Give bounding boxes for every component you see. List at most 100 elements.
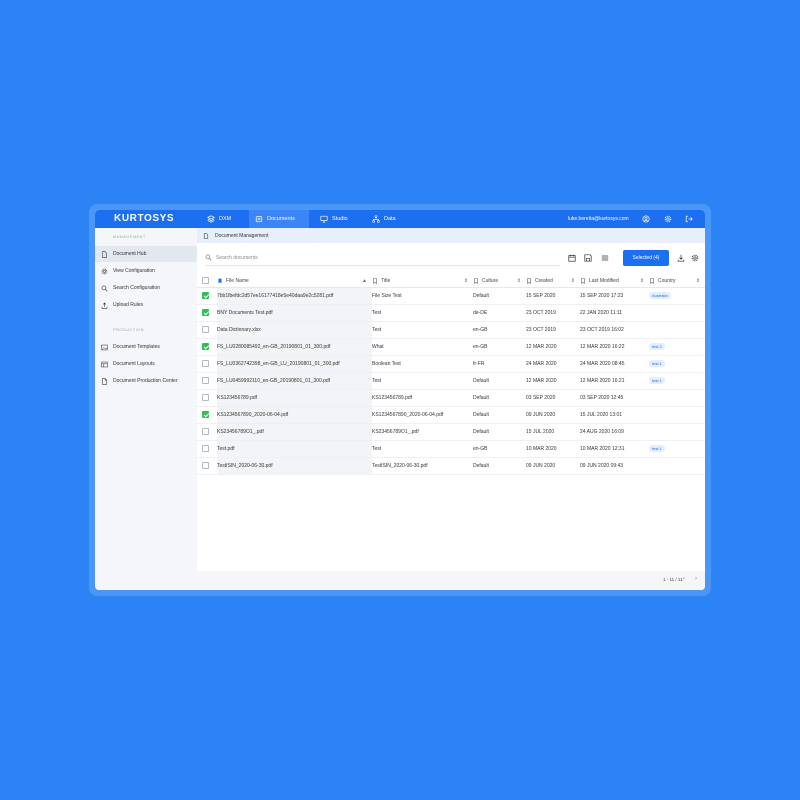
row-checkbox[interactable] (202, 343, 209, 350)
cell-file-name[interactable]: TestISIN_2020-06-30.pdf (217, 457, 372, 475)
menu-icon[interactable] (601, 254, 609, 262)
table-row[interactable]: Test.pdf Test en-GB 10 MAR 2020 10 MAR 2020 … (197, 440, 705, 458)
column-header-country[interactable]: Country ⇕ (649, 278, 705, 284)
sidebar-item-document-hub[interactable]: Document Hub (95, 246, 197, 262)
row-checkbox[interactable] (202, 445, 209, 452)
sidebar-item-document-layouts[interactable]: Document Layouts (95, 356, 197, 372)
nav-dxm[interactable]: DXM (201, 210, 237, 228)
cell-file-name[interactable]: KS123456789.pdf (217, 389, 372, 407)
cell-title: KS23456789O1_.pdf (372, 423, 473, 441)
prev-page-icon[interactable]: ‹ (683, 576, 685, 582)
cell-file-name[interactable]: BNY Documents Test.pdf (217, 304, 372, 322)
cell-last-modified: 23 OCT 2019 16:02 (580, 321, 649, 339)
cell-file-name[interactable]: FS_LU0362742398_en-GB_LU_20190801_01_300… (217, 355, 372, 373)
sidebar-item-upload-rules[interactable]: Upload Rules (95, 297, 197, 313)
cell-culture: en-GB (473, 440, 526, 458)
table-footer: 1 - 11 / 11 ‹ › (197, 571, 705, 590)
row-checkbox[interactable] (202, 326, 209, 333)
row-checkbox[interactable] (202, 309, 209, 316)
table-row[interactable]: FS_LU0362742398_en-GB_LU_20190801_01_300… (197, 355, 705, 373)
column-header-created[interactable]: Created ⇕ (526, 278, 580, 284)
column-header-title[interactable]: Title ⇕ (372, 278, 473, 284)
column-header-last-modified[interactable]: Last Modified ⇕ (580, 278, 649, 284)
column-header-file-name[interactable]: File Name ▲ (217, 278, 372, 284)
table-row[interactable]: KS123456789.pdf KS123456789.pdf Default 03 … (197, 389, 705, 407)
page-title: Document Management (215, 232, 269, 239)
nav-documents[interactable]: Documents (249, 210, 309, 228)
logout-icon[interactable] (685, 215, 693, 223)
table-row[interactable]: FS_LU0459992110_en-GB_20190801_01_300.pd… (197, 372, 705, 390)
cell-created: 12 MAR 2020 (526, 338, 580, 356)
row-checkbox[interactable] (202, 428, 209, 435)
column-label: File Name (226, 277, 249, 284)
calendar-icon[interactable] (568, 254, 576, 262)
column-label: Created (535, 277, 553, 284)
cell-file-name[interactable]: KS1234567890_2020-06-04.pdf (217, 406, 372, 424)
search-input[interactable]: Search documents (216, 255, 258, 261)
row-checkbox[interactable] (202, 360, 209, 367)
search-bar[interactable]: Search documents (205, 250, 560, 266)
table-row[interactable]: KS23456789O1_.pdf KS23456789O1_.pdf Defaul… (197, 423, 705, 441)
row-checkbox[interactable] (202, 377, 209, 384)
sort-asc-icon[interactable]: ▲ (362, 278, 367, 284)
cell-file-name[interactable]: KS23456789O1_.pdf (217, 423, 372, 441)
gear-icon[interactable] (664, 215, 672, 223)
layout-icon (101, 361, 108, 367)
row-checkbox[interactable] (202, 292, 209, 299)
main-content: Document Management Search documents Sel… (197, 228, 705, 590)
network-icon (372, 215, 380, 223)
sidebar-heading-production: PRODUCTION (113, 327, 144, 332)
search-icon (101, 285, 108, 292)
user-email[interactable]: luke.beretta@kurtosys.com (568, 216, 629, 222)
sort-icon[interactable]: ⇕ (517, 278, 521, 284)
cell-last-modified: 15 JUL 2020 13:01 (580, 406, 649, 424)
cell-country (649, 389, 705, 407)
documents-table: File Name ▲ Title ⇕ Culture ⇕ Created ⇕ … (197, 275, 705, 475)
table-row[interactable]: BNY Documents Test.pdf Test de-DE 23 OCT 20… (197, 304, 705, 322)
sort-icon[interactable]: ⇕ (696, 278, 700, 284)
table-row[interactable]: 7bb1fbefdc2d57ee16177418e5e40daa9e2c5281… (197, 287, 705, 305)
cell-file-name[interactable]: Test.pdf (217, 440, 372, 458)
file-icon (102, 377, 107, 385)
settings-icon[interactable] (691, 254, 699, 262)
cell-culture: en-GB (473, 321, 526, 339)
cell-created: 09 JUN 2020 (526, 406, 580, 424)
next-page-icon[interactable]: › (695, 576, 697, 582)
cell-country: test 1 (649, 355, 705, 373)
column-header-culture[interactable]: Culture ⇕ (473, 278, 526, 284)
sidebar-item-view-configuration[interactable]: View Configuration (95, 263, 197, 279)
document-icon (102, 250, 107, 258)
cell-file-name[interactable]: Data Dictionary.xlsx (217, 321, 372, 339)
sidebar-item-document-templates[interactable]: Document Templates (95, 339, 197, 355)
download-icon[interactable] (677, 254, 685, 262)
cell-country: test 1 (649, 440, 705, 458)
sidebar-item-search-configuration[interactable]: Search Configuration (95, 280, 197, 296)
nav-studio[interactable]: Studio (314, 210, 354, 228)
logo[interactable]: KURTOSYS (114, 213, 174, 224)
sort-icon[interactable]: ⇕ (464, 278, 468, 284)
cell-file-name[interactable]: 7bb1fbefdc2d57ee16177418e5e40daa9e2c5281… (217, 287, 372, 305)
column-label: Culture (482, 277, 499, 284)
save-icon[interactable] (584, 254, 592, 262)
sidebar-item-document-production-center[interactable]: Document Production Center (95, 373, 197, 389)
selected-button[interactable]: Selected (4) (623, 250, 669, 266)
cell-title: KS123456789.pdf (372, 389, 473, 407)
table-row[interactable]: FS_LU0280085492_en-GB_20190801_01_300.pd… (197, 338, 705, 356)
table-row[interactable]: TestISIN_2020-06-30.pdf TestISIN_2020-06-… (197, 457, 705, 475)
table-row[interactable]: KS1234567890_2020-06-04.pdf KS1234567890_… (197, 406, 705, 424)
row-checkbox[interactable] (202, 411, 209, 418)
sort-icon[interactable]: ⇕ (571, 278, 575, 284)
row-checkbox[interactable] (202, 462, 209, 469)
select-all-checkbox[interactable] (202, 277, 209, 285)
cell-file-name[interactable]: FS_LU0280085492_en-GB_20190801_01_300.pd… (217, 338, 372, 356)
cell-country: Australia (649, 287, 705, 305)
cell-title: Test (372, 372, 473, 390)
bookmark-icon (373, 278, 377, 284)
cell-file-name[interactable]: FS_LU0459992110_en-GB_20190801_01_300.pd… (217, 372, 372, 390)
image-icon (101, 344, 108, 350)
sort-icon[interactable]: ⇕ (640, 278, 644, 284)
table-row[interactable]: Data Dictionary.xlsx Test en-GB 23 OCT 2019… (197, 321, 705, 339)
user-icon[interactable] (642, 215, 650, 223)
row-checkbox[interactable] (202, 394, 209, 401)
nav-data[interactable]: Data (366, 210, 402, 228)
